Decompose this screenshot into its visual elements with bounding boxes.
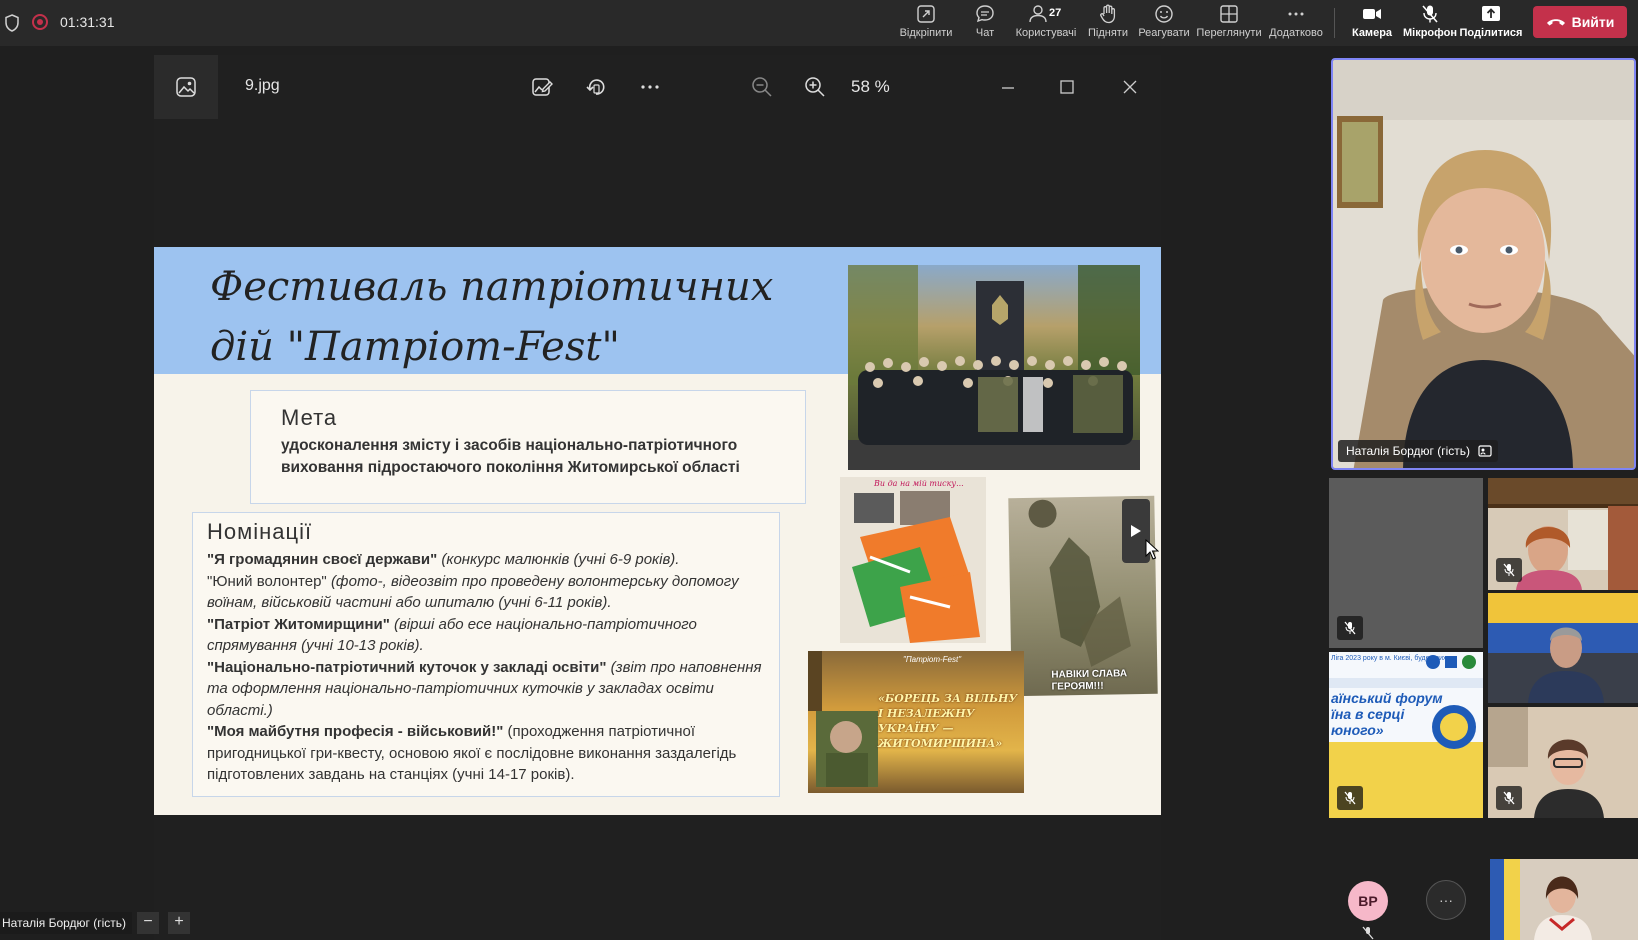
viewer-more-button[interactable] (636, 73, 664, 101)
camera-icon (1363, 9, 1381, 19)
rotate-icon (586, 79, 605, 95)
slide-image: Фестиваль патріотичних дій "Патріот-Fest… (154, 247, 1161, 815)
toolbar-divider (1334, 8, 1335, 38)
card-caption: Ви да на мій тиску... (874, 479, 964, 488)
zoom-out-icon (752, 77, 772, 97)
more-participants-button[interactable]: ··· (1426, 880, 1466, 920)
participant-tile[interactable] (1329, 478, 1483, 648)
banner-text: Ліга 2023 року в м. Києві, буде прих (1331, 655, 1447, 662)
edit-image-icon (532, 78, 553, 96)
leave-button[interactable]: Вийти (1533, 6, 1627, 38)
rotate-button[interactable] (582, 73, 610, 101)
nomination-item: "Юний волонтер" (фото-, відеозвіт про пр… (207, 572, 739, 612)
nominations-heading: Номінації (207, 519, 313, 544)
layout-icon (1220, 5, 1238, 23)
people-button[interactable]: 27 Користувачі (1015, 3, 1077, 45)
participant-name-label: Наталія Бордюг (гість) (1338, 440, 1499, 462)
participant-avatar[interactable]: ВР (1348, 881, 1388, 921)
mic-off-icon (1337, 616, 1363, 640)
participant-video-frame (1490, 859, 1638, 940)
poster-caption-top: "Патріот-Fest" (903, 655, 962, 664)
camera-button[interactable]: Камера (1350, 3, 1394, 45)
chat-button[interactable]: Чат (970, 3, 1000, 45)
shield-icon (5, 14, 19, 32)
mic-off-icon (1496, 786, 1522, 810)
participant-video-frame (1488, 593, 1638, 703)
participant-tile[interactable] (1488, 593, 1638, 703)
popout-icon (917, 5, 935, 23)
slide-title: Фестиваль патріотичних дій "Патріот-Fest… (210, 264, 774, 370)
nomination-item: "Я громадянин своєї держави" (конкурс ма… (207, 551, 680, 568)
photo-viewer-titlebar: 9.jpg 58 % (154, 55, 1161, 119)
recording-icon (32, 14, 48, 30)
nomination-item: "Патріот Житомирщини" (вірші або есе нац… (207, 615, 697, 655)
group-photo (848, 265, 1140, 470)
mic-off-icon (1496, 558, 1522, 582)
banner-text: аїнський форум їна в серці юного» (1331, 690, 1443, 738)
people-icon (1029, 5, 1047, 23)
edit-image-button[interactable] (528, 73, 556, 101)
smiley-icon (1155, 5, 1173, 23)
envelopes-photo: Ви да на мій тиску... (840, 477, 986, 643)
nominations-box: Номінації "Я громадянин своєї держави" (… (192, 512, 780, 797)
maximize-icon (1060, 80, 1074, 94)
expand-self-view-button[interactable]: + (168, 912, 190, 934)
share-icon (1482, 6, 1500, 21)
view-button[interactable]: Переглянути (1196, 3, 1262, 45)
close-icon (1123, 80, 1137, 94)
poster-caption: «БОРЕЦЬ ЗА ВІЛЬНУ І НЕЗАЛЕЖНУ УКРАЇНУ — … (878, 692, 1018, 750)
mic-off-icon (1422, 5, 1438, 23)
chat-icon (976, 5, 994, 23)
meeting-toolbar: 01:31:31 Відкріпити Чат 27 Користувачі П… (0, 0, 1638, 46)
participant-tile[interactable] (1488, 707, 1638, 818)
microphone-button[interactable]: Мікрофон (1402, 3, 1458, 45)
goal-heading: Мета (281, 405, 338, 430)
nominations-list: "Я громадянин своєї держави" (конкурс ма… (207, 549, 765, 786)
minimize-icon (1002, 87, 1014, 89)
maximize-button[interactable] (1053, 73, 1081, 101)
raise-hand-icon (1100, 4, 1116, 24)
photos-app-icon (154, 55, 218, 119)
poster-photo: "Патріот-Fest" «БОРЕЦЬ ЗА ВІЛЬНУ І НЕЗАЛ… (808, 651, 1024, 793)
mic-off-icon (1337, 786, 1363, 810)
pin-icon (1478, 445, 1492, 457)
minimize-button[interactable] (994, 73, 1022, 101)
nomination-item: "Національно-патріотичний куточок у закл… (207, 658, 762, 719)
zoom-level: 58 % (851, 77, 890, 96)
shrink-self-view-button[interactable]: − (137, 912, 159, 934)
zoom-in-button[interactable] (801, 73, 829, 101)
meeting-timer: 01:31:31 (60, 14, 115, 30)
people-count: 27 (1049, 7, 1062, 19)
more-icon: ··· (1439, 892, 1453, 908)
raise-hand-button[interactable]: Підняти (1087, 3, 1129, 45)
more-actions-button[interactable]: Додатково (1268, 3, 1324, 45)
participant-tile[interactable] (1488, 478, 1638, 590)
participant-video-frame (1333, 60, 1634, 468)
play-arrow-icon (1131, 525, 1141, 537)
more-icon (1288, 12, 1304, 16)
participant-main-video[interactable]: Наталія Бордюг (гість) (1331, 58, 1636, 470)
participant-tile[interactable]: Ліга 2023 року в м. Києві, буде прих аїн… (1329, 652, 1483, 818)
react-button[interactable]: Реагувати (1138, 3, 1190, 45)
zoom-out-button[interactable] (748, 73, 776, 101)
memorial-caption: НАВІКИ СЛАВА ГЕРОЯМ!!! (1051, 668, 1128, 693)
share-button[interactable]: Поділитися (1460, 3, 1522, 45)
mouse-cursor-icon (1145, 539, 1159, 560)
nomination-item: "Моя майбутня професія - військовий!" (п… (207, 723, 737, 783)
photo-viewer-window: 9.jpg 58 % Фестиваль патріотичних дій "П… (154, 55, 1161, 940)
phone-hangup-icon (1546, 19, 1565, 26)
mic-off-icon (1362, 926, 1374, 940)
goal-text: удосконалення змісту і засобів національ… (281, 437, 740, 476)
zoom-in-icon (805, 77, 825, 97)
self-view-name: Наталія Бордюг (гість) (0, 912, 133, 934)
goal-box: Мета удосконалення змісту і засобів наці… (250, 390, 806, 504)
close-button[interactable] (1116, 73, 1144, 101)
popout-button[interactable]: Відкріпити (900, 3, 952, 45)
file-name: 9.jpg (245, 77, 280, 94)
participant-tile[interactable] (1490, 859, 1638, 940)
more-icon (641, 85, 659, 89)
